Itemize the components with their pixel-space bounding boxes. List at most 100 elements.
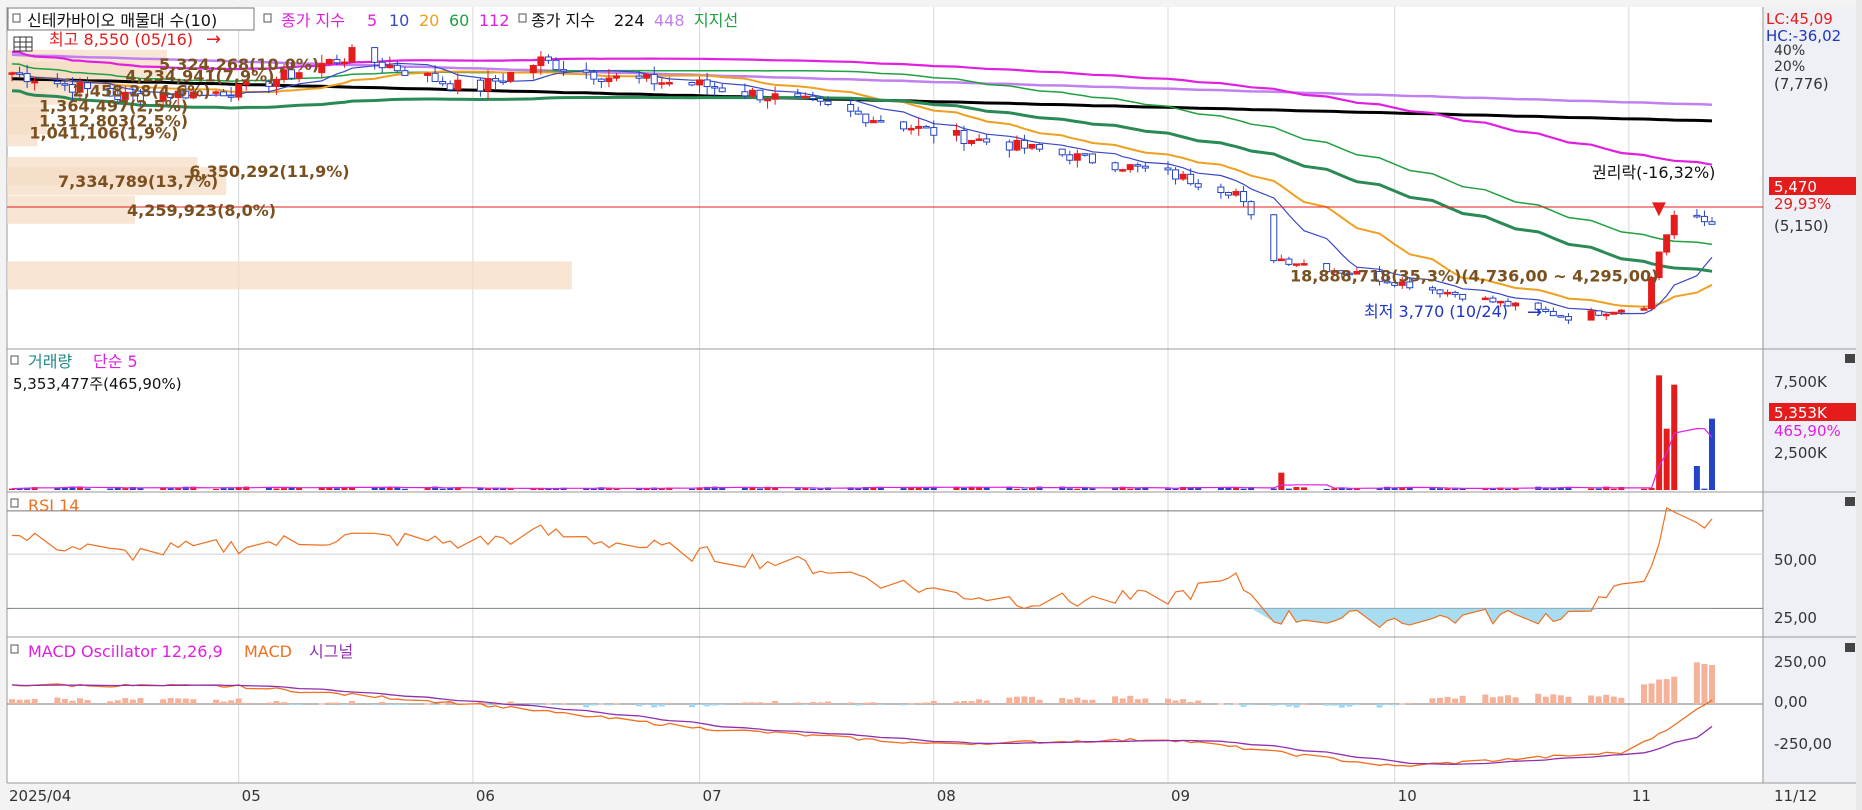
x-axis-label: 2025/04	[9, 787, 71, 805]
macd-oscillator-bar	[923, 702, 930, 704]
volume-bar	[439, 488, 446, 490]
macd-oscillator-bar	[31, 698, 38, 704]
macd-oscillator-bar	[696, 704, 703, 705]
candle-body	[1708, 221, 1716, 225]
volume-profile-bar	[7, 261, 572, 290]
lc-value: LC:45,09	[1766, 10, 1833, 28]
ma-60-label[interactable]: 60	[449, 11, 469, 30]
macd-oscillator-bar	[9, 699, 15, 704]
x-axis-label: 09	[1171, 787, 1190, 805]
volume-bar	[961, 487, 967, 490]
macd-oscillator-bar	[160, 699, 167, 704]
candle-body	[1187, 173, 1195, 185]
macd-oscillator-bar	[16, 699, 23, 704]
macd-oscillator-bar	[288, 704, 295, 705]
support-line-label[interactable]: 지지선	[694, 11, 738, 30]
macd-oscillator-bar	[749, 702, 756, 704]
signal-label[interactable]: 시그널	[309, 642, 353, 661]
candle-body	[801, 95, 809, 99]
macd-oscillator-bar	[1459, 695, 1466, 704]
volume-close-icon[interactable]	[1845, 354, 1855, 363]
candle-body	[1595, 310, 1603, 316]
candle-body	[333, 58, 341, 64]
volume-bar	[1429, 488, 1436, 490]
macd-oscillator-bar	[666, 702, 673, 704]
ma-112-label[interactable]: 112	[479, 11, 510, 30]
candle-body	[1194, 183, 1202, 188]
candle-body	[1164, 167, 1172, 171]
macd-oscillator-bar	[84, 699, 91, 704]
macd-oscillator-bar	[1331, 704, 1338, 706]
macd-oscillator-bar	[689, 704, 695, 708]
macd-oscillator-bar	[1021, 696, 1028, 704]
macd-oscillator-bar	[1557, 695, 1564, 704]
candle-body	[53, 80, 61, 85]
candle-body	[1693, 214, 1701, 218]
macd-oscillator-bar	[137, 698, 144, 704]
candle-body	[756, 89, 764, 101]
macd-oscillator-bar	[281, 702, 287, 704]
macd-oscillator-bar	[439, 703, 446, 705]
macd-oscillator-bar	[485, 704, 491, 706]
volume-bar	[689, 488, 695, 490]
macd-oscillator-bar	[741, 702, 748, 704]
rsi-close-icon[interactable]	[1845, 497, 1855, 506]
macd-oscillator-bar	[213, 699, 219, 704]
macd-oscillator-bar	[976, 699, 983, 704]
candle-body	[1172, 169, 1180, 180]
candle-body	[696, 79, 704, 86]
candle-body	[764, 98, 772, 102]
candle-body	[869, 120, 877, 124]
volume-bar	[1301, 487, 1307, 490]
macd-oscillator-bar	[333, 702, 340, 704]
macd-oscillator-bar	[1248, 704, 1255, 706]
volume-bar	[1452, 488, 1459, 490]
ma-5-label[interactable]: 5	[367, 11, 377, 30]
macd-oscillator-bar	[1006, 697, 1013, 704]
macd-oscillator-bar	[1588, 695, 1595, 704]
candle-body	[854, 110, 862, 115]
candle-body	[930, 127, 938, 136]
volume-title[interactable]: 거래량	[28, 352, 72, 371]
candle-body	[1542, 308, 1550, 312]
candle-body	[711, 86, 719, 89]
macd-close-icon[interactable]	[1845, 643, 1855, 652]
macd-oscillator-bar	[1353, 704, 1360, 706]
macd-oscillator-bar	[757, 702, 763, 704]
macd-oscillator-bar	[953, 701, 960, 704]
ma2-label[interactable]: 종가 지수	[531, 11, 595, 30]
candle-body	[1512, 302, 1520, 307]
macd-label[interactable]: MACD	[244, 642, 292, 661]
volume-bar	[757, 488, 763, 490]
ma-20-label[interactable]: 20	[419, 11, 439, 30]
candle-body	[1587, 310, 1595, 321]
table-icon[interactable]	[13, 36, 33, 52]
volume-bar	[1444, 488, 1451, 490]
rsi-title[interactable]: RSI 14	[28, 496, 79, 515]
candle-body	[492, 78, 500, 82]
ma-448-label[interactable]: 448	[654, 11, 685, 30]
candle-body	[1300, 263, 1308, 266]
x-axis-label: 06	[476, 787, 495, 805]
volume-bar	[333, 488, 340, 490]
candle-body	[635, 75, 643, 79]
ma-10-label[interactable]: 10	[389, 11, 409, 30]
candle-body	[401, 70, 409, 76]
macd-oscillator-bar	[1648, 683, 1655, 704]
candle-body	[665, 82, 673, 85]
ma-label[interactable]: 종가 지수	[281, 11, 345, 30]
candle-body	[212, 91, 220, 94]
scroll-edge[interactable]	[1856, 0, 1862, 810]
volume-bar	[900, 488, 907, 490]
macd-oscillator-bar	[605, 704, 612, 706]
macd-oscillator-bar	[1663, 679, 1670, 704]
candle-body	[968, 139, 976, 145]
macd-oscillator-bar	[1270, 704, 1277, 706]
volume-ma-label[interactable]: 단순 5	[93, 352, 138, 371]
macd-oscillator-title[interactable]: MACD Oscillator 12,26,9	[28, 642, 223, 661]
macd-oscillator-bar	[1671, 676, 1678, 704]
rights-down-arrow-icon: ▼	[1652, 198, 1666, 219]
volume-bar	[281, 488, 287, 490]
ma-224-label[interactable]: 224	[614, 11, 645, 30]
candle-body	[8, 72, 16, 75]
